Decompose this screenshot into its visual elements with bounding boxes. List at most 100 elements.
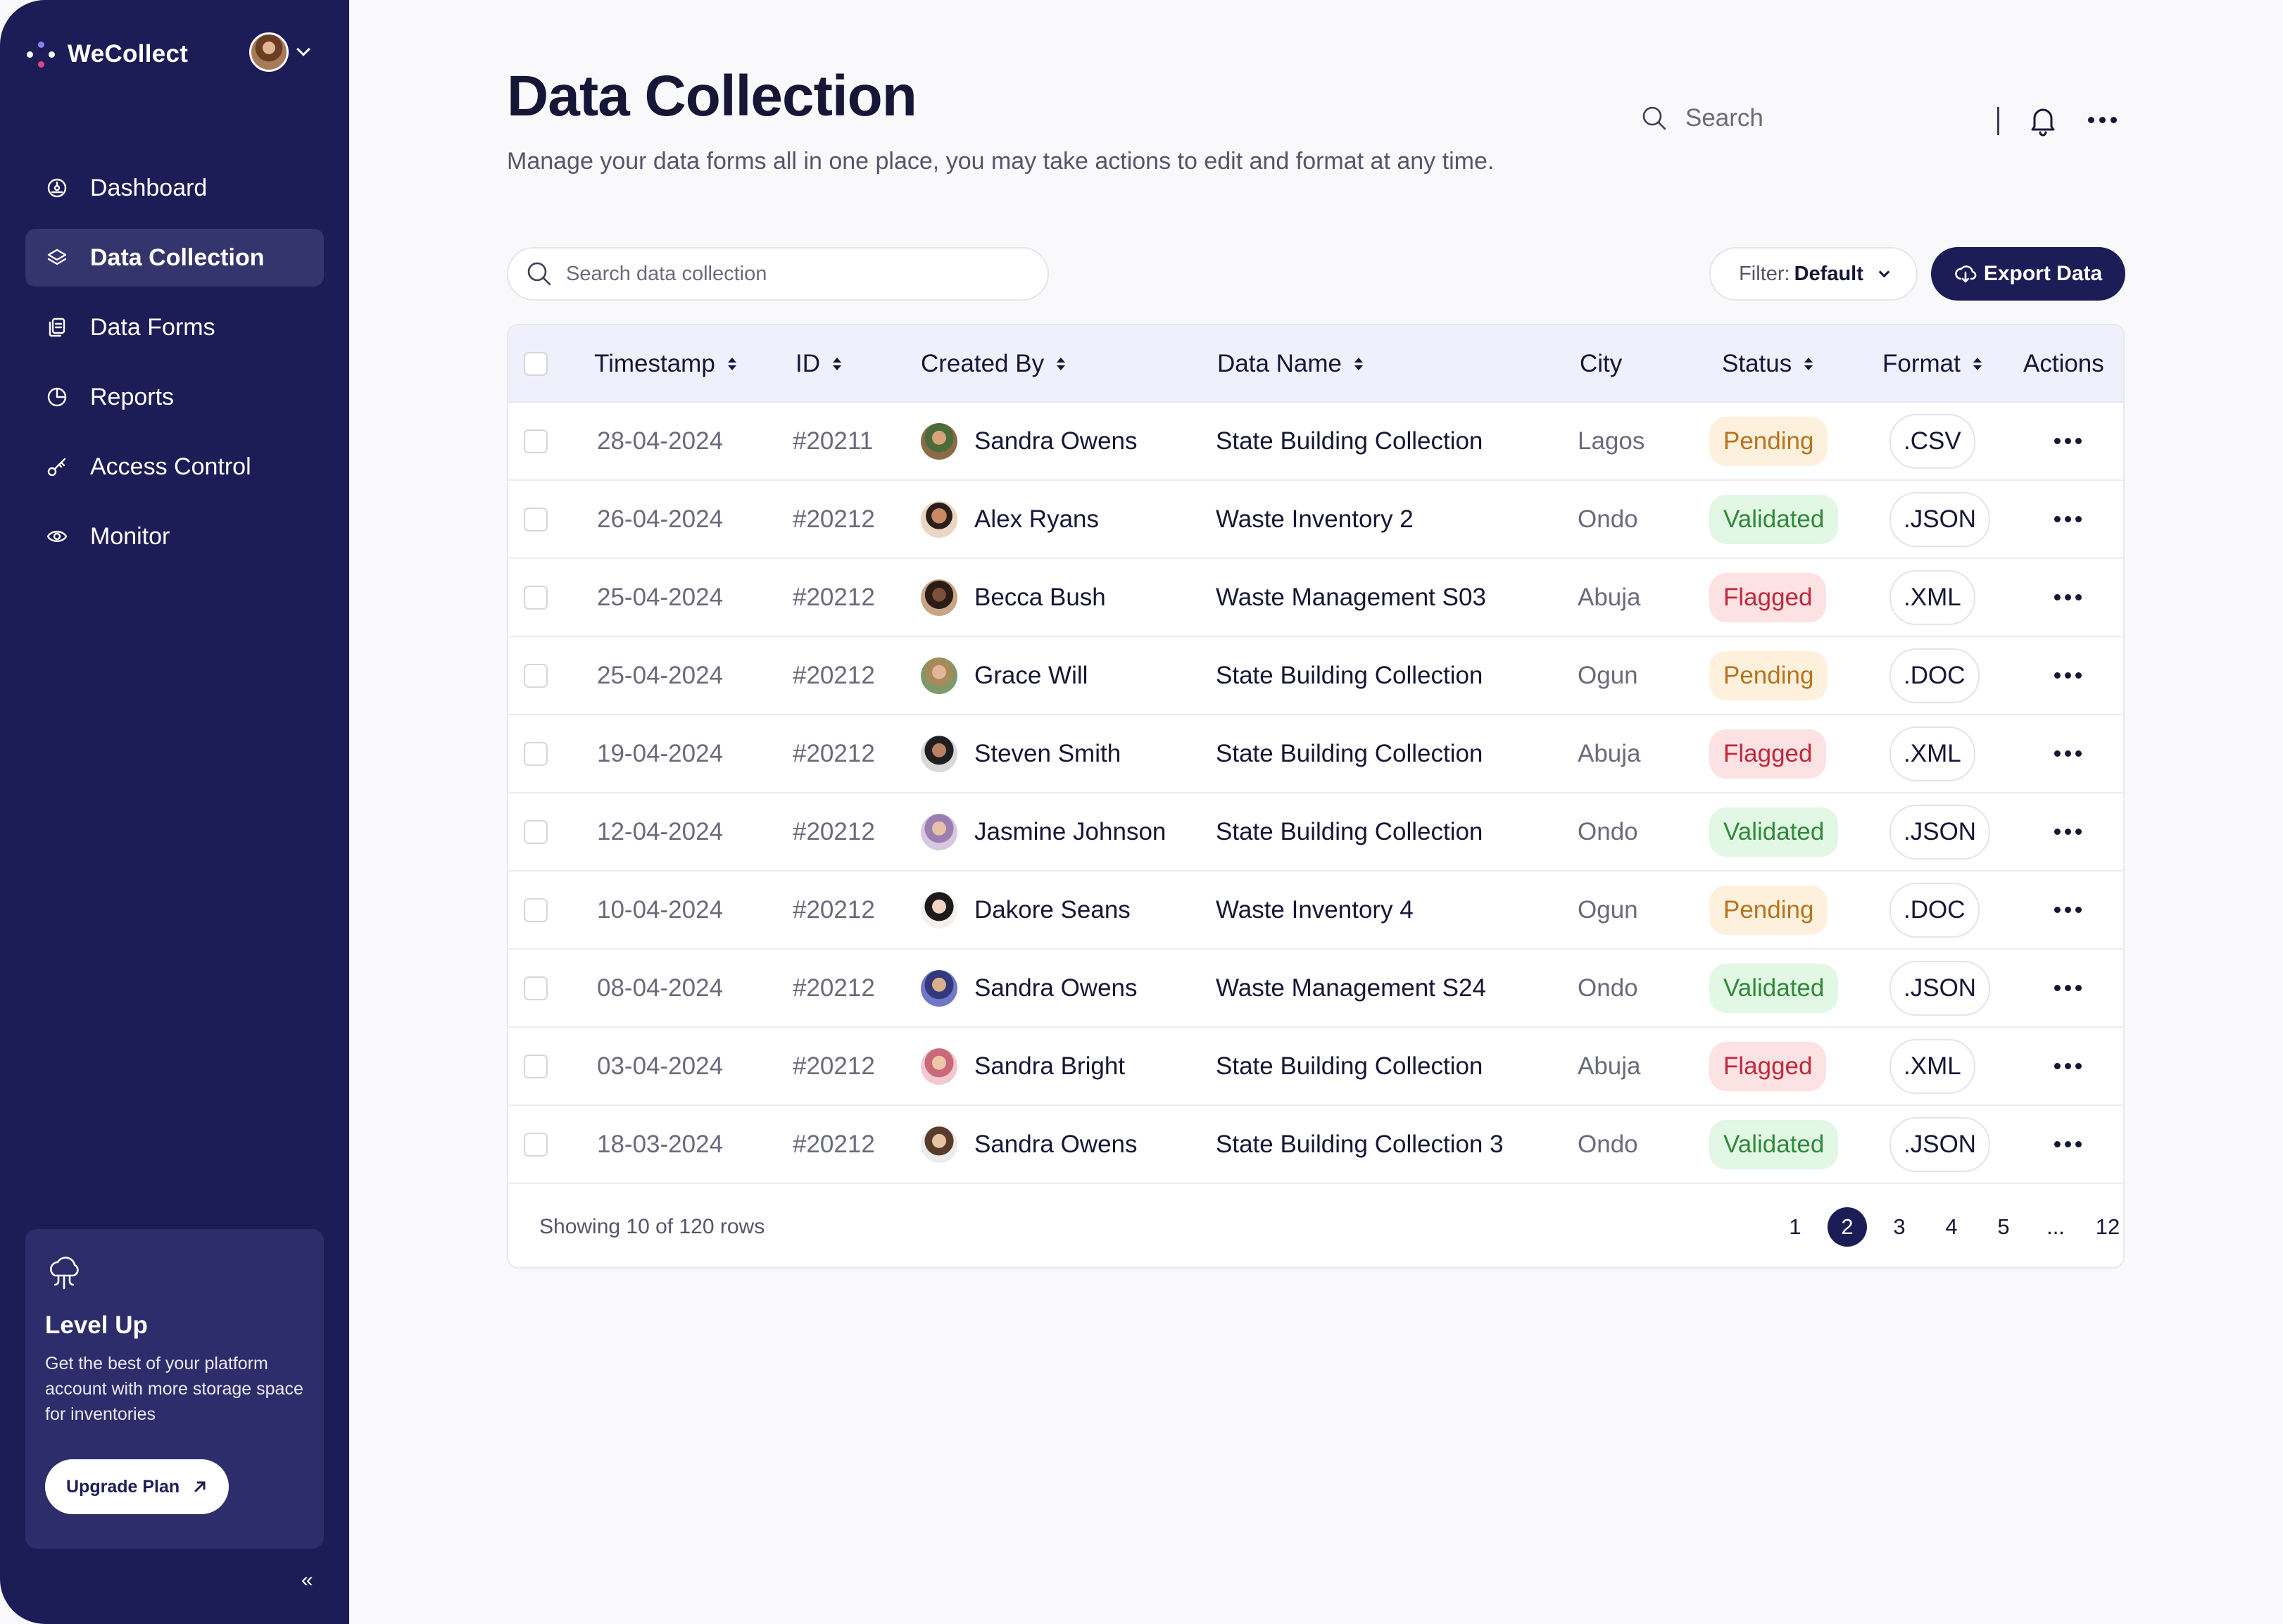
row-checkbox[interactable] (524, 507, 548, 531)
row-actions-icon[interactable] (2054, 829, 2082, 835)
created-by-cell: Grace Will (921, 637, 1088, 714)
timestamp-cell: 03-04-2024 (597, 1052, 724, 1080)
arrow-up-right-icon (194, 1481, 206, 1492)
column-header-created-by[interactable]: Created By (921, 325, 1066, 403)
row-checkbox[interactable] (524, 976, 548, 1000)
id-cell: #20212 (793, 974, 875, 1002)
format-cell: .JSON (1889, 1106, 1991, 1183)
cloud-tree-icon (45, 1254, 304, 1296)
table-row[interactable]: 26-04-2024 #20212 Alex Ryans Waste Inven… (508, 481, 2123, 559)
upgrade-plan-label: Upgrade Plan (66, 1476, 180, 1497)
column-header-status[interactable]: Status (1722, 325, 1813, 403)
bell-icon[interactable] (2027, 104, 2058, 140)
search-input[interactable] (566, 262, 1024, 286)
table-row[interactable]: 08-04-2024 #20212 Sandra Owens Waste Man… (508, 950, 2123, 1028)
column-header-id[interactable]: ID (795, 325, 841, 403)
data-name-cell: State Building Collection (1216, 1052, 1483, 1080)
sidebar-item-access-control[interactable]: Access Control (25, 438, 324, 496)
row-checkbox[interactable] (524, 741, 548, 766)
user-menu[interactable] (249, 32, 310, 72)
pagination: 1 2 3 4 5... 12 (1775, 1185, 2123, 1267)
created-by-cell: Sandra Owens (921, 950, 1138, 1026)
row-actions-icon[interactable] (2054, 594, 2082, 600)
status-cell: Validated (1709, 793, 1839, 870)
row-checkbox[interactable] (524, 429, 548, 453)
id-cell: #20211 (793, 427, 874, 455)
column-header-timestamp[interactable]: Timestamp (594, 325, 736, 403)
sidebar-item-monitor[interactable]: Monitor (25, 508, 324, 565)
sidebar-item-reports[interactable]: Reports (25, 368, 324, 426)
creator-name: Grace Will (974, 661, 1088, 689)
row-actions-icon[interactable] (2054, 1063, 2082, 1069)
status-badge: Validated (1709, 494, 1839, 544)
row-checkbox[interactable] (524, 1132, 548, 1157)
global-search[interactable]: Search (1640, 104, 1763, 132)
sidebar-item-label: Data Forms (90, 313, 215, 341)
more-options-icon[interactable] (2088, 117, 2117, 123)
page-button[interactable]: 1 (1775, 1207, 1815, 1247)
status-badge: Validated (1709, 807, 1839, 857)
page-title: Data Collection (507, 64, 917, 128)
table-row[interactable]: 28-04-2024 #20211 Sandra Owens State Bui… (508, 403, 2123, 481)
format-badge: .JSON (1889, 1116, 1991, 1172)
export-data-button[interactable]: Export Data (1931, 247, 2125, 301)
page-button[interactable]: 4 (1932, 1207, 1971, 1247)
row-checkbox[interactable] (524, 898, 548, 922)
sidebar-item-data-forms[interactable]: Data Forms (25, 298, 324, 356)
actions-cell (2054, 871, 2082, 948)
created-by-cell: Steven Smith (921, 715, 1121, 792)
status-cell: Flagged (1709, 559, 1827, 636)
cloud-download-icon (1955, 265, 1977, 283)
page-button[interactable]: 12 (2088, 1207, 2123, 1247)
actions-cell (2054, 793, 2082, 870)
table-search[interactable] (507, 247, 1049, 301)
data-name-cell: State Building Collection (1216, 427, 1483, 455)
row-checkbox[interactable] (524, 819, 548, 844)
page-button[interactable]: 5 (1984, 1207, 2023, 1247)
column-header-data-name[interactable]: Data Name (1217, 325, 1364, 403)
filter-dropdown[interactable]: Filter: Default (1709, 247, 1918, 301)
row-checkbox[interactable] (524, 585, 548, 610)
table-row[interactable]: 19-04-2024 #20212 Steven Smith State Bui… (508, 715, 2123, 793)
sort-icon (1973, 358, 1982, 370)
avatar (921, 657, 957, 694)
row-actions-icon[interactable] (2054, 985, 2082, 991)
wecollect-logo-icon (25, 39, 56, 70)
timestamp-cell: 28-04-2024 (597, 427, 724, 455)
row-actions-icon[interactable] (2054, 1141, 2082, 1147)
select-all-checkbox[interactable] (524, 352, 548, 376)
chevron-down-icon[interactable] (296, 42, 310, 56)
table-row[interactable]: 03-04-2024 #20212 Sandra Bright State Bu… (508, 1028, 2123, 1106)
upgrade-title: Level Up (45, 1311, 148, 1339)
search-icon (527, 262, 551, 286)
row-actions-icon[interactable] (2054, 750, 2082, 757)
avatar (921, 579, 957, 616)
row-actions-icon[interactable] (2054, 672, 2082, 679)
timestamp-cell: 10-04-2024 (597, 895, 724, 924)
sidebar-item-dashboard[interactable]: Dashboard (25, 159, 324, 217)
collapse-sidebar-button[interactable]: « (301, 1568, 313, 1592)
table-row[interactable]: 18-03-2024 #20212 Sandra Owens State Bui… (508, 1106, 2123, 1184)
table-row[interactable]: 25-04-2024 #20212 Grace Will State Build… (508, 637, 2123, 715)
page-button[interactable]: 2 (1828, 1207, 1867, 1247)
table-row[interactable]: 12-04-2024 #20212 Jasmine Johnson State … (508, 793, 2123, 871)
sidebar-item-data-collection[interactable]: Data Collection (25, 229, 324, 287)
row-actions-icon[interactable] (2054, 907, 2082, 913)
row-actions-icon[interactable] (2054, 516, 2082, 522)
row-actions-icon[interactable] (2054, 438, 2082, 444)
brand[interactable]: WeCollect (25, 37, 188, 72)
column-header-format[interactable]: Format (1882, 325, 1982, 403)
sort-icon (833, 358, 841, 370)
column-label: Timestamp (594, 350, 715, 377)
row-checkbox[interactable] (524, 663, 548, 688)
table-row[interactable]: 10-04-2024 #20212 Dakore Seans Waste Inv… (508, 871, 2123, 950)
timestamp-cell: 08-04-2024 (597, 974, 724, 1002)
column-label: City (1580, 350, 1623, 377)
page-button[interactable]: 3 (1880, 1207, 1919, 1247)
creator-name: Dakore Seans (974, 895, 1131, 924)
table-row[interactable]: 25-04-2024 #20212 Becca Bush Waste Manag… (508, 559, 2123, 637)
user-avatar[interactable] (249, 32, 289, 72)
actions-cell (2054, 403, 2082, 479)
upgrade-plan-button[interactable]: Upgrade Plan (45, 1459, 229, 1514)
row-checkbox[interactable] (524, 1054, 548, 1078)
